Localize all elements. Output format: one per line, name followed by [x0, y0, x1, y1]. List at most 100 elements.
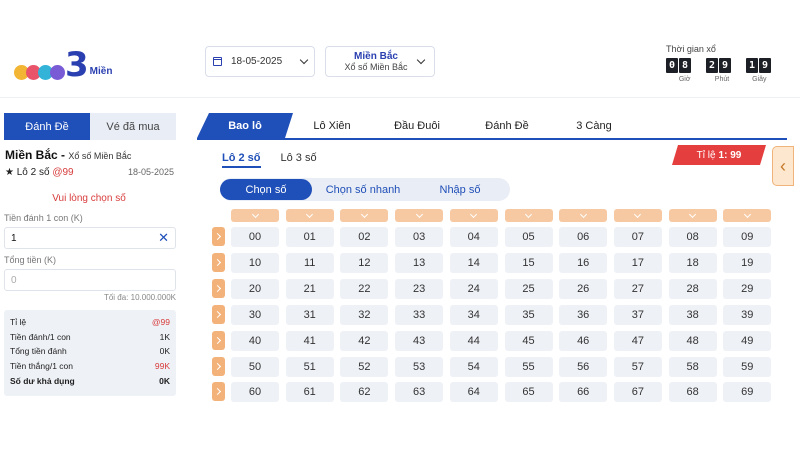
number-cell[interactable]: 56	[559, 356, 608, 377]
tab-place-bet[interactable]: Đánh Đề	[4, 113, 90, 140]
number-cell[interactable]: 16	[559, 252, 608, 273]
tab-lo-xien[interactable]: Lô Xiên	[297, 113, 367, 138]
collapse-panel-button[interactable]: ‹	[772, 146, 794, 186]
mode-pick-numbers[interactable]: Chọn số	[220, 179, 312, 200]
number-cell[interactable]: 08	[668, 227, 717, 247]
number-cell[interactable]: 38	[668, 304, 717, 325]
total-amount-input[interactable]: 0	[4, 269, 176, 291]
number-cell[interactable]: 00	[231, 227, 279, 247]
number-cell[interactable]: 07	[613, 227, 662, 247]
number-cell[interactable]: 15	[504, 252, 553, 273]
number-cell[interactable]: 23	[395, 278, 444, 299]
number-cell[interactable]: 11	[285, 252, 334, 273]
number-cell[interactable]: 18	[668, 252, 717, 273]
number-cell[interactable]: 20	[231, 278, 279, 299]
number-cell[interactable]: 43	[395, 330, 444, 351]
tab-lo-3-so[interactable]: Lô 3 số	[281, 152, 317, 168]
column-select-button[interactable]	[723, 209, 772, 222]
number-cell[interactable]: 58	[668, 356, 717, 377]
tab-3-cang[interactable]: 3 Càng	[559, 113, 629, 138]
number-cell[interactable]: 57	[613, 356, 662, 377]
number-cell[interactable]: 67	[613, 382, 662, 403]
number-cell[interactable]: 26	[559, 278, 608, 299]
number-cell[interactable]: 17	[613, 252, 662, 273]
number-cell[interactable]: 66	[559, 382, 608, 403]
unit-amount-input[interactable]: 1 ✕	[4, 227, 176, 249]
number-cell[interactable]: 47	[613, 330, 662, 351]
column-select-button[interactable]	[504, 209, 553, 222]
number-cell[interactable]: 60	[231, 382, 279, 403]
number-cell[interactable]: 68	[668, 382, 717, 403]
number-cell[interactable]: 13	[395, 252, 444, 273]
number-cell[interactable]: 01	[285, 227, 334, 247]
number-cell[interactable]: 29	[723, 278, 772, 299]
number-cell[interactable]: 22	[340, 278, 389, 299]
number-cell[interactable]: 44	[449, 330, 498, 351]
tab-dau-duoi[interactable]: Đầu Đuôi	[382, 113, 452, 138]
number-cell[interactable]: 36	[559, 304, 608, 325]
number-cell[interactable]: 69	[723, 382, 772, 403]
number-cell[interactable]: 09	[723, 227, 772, 247]
number-cell[interactable]: 12	[340, 252, 389, 273]
number-cell[interactable]: 05	[504, 227, 553, 247]
number-cell[interactable]: 32	[340, 304, 389, 325]
number-cell[interactable]: 21	[285, 278, 334, 299]
number-cell[interactable]: 35	[504, 304, 553, 325]
column-select-button[interactable]	[613, 209, 662, 222]
row-select-button[interactable]	[212, 330, 225, 350]
number-cell[interactable]: 49	[723, 330, 772, 351]
number-cell[interactable]: 10	[231, 252, 279, 273]
number-cell[interactable]: 45	[504, 330, 553, 351]
number-cell[interactable]: 25	[504, 278, 553, 299]
number-cell[interactable]: 02	[340, 227, 389, 247]
number-cell[interactable]: 53	[395, 356, 444, 377]
number-cell[interactable]: 14	[449, 252, 498, 273]
number-cell[interactable]: 27	[613, 278, 662, 299]
number-cell[interactable]: 24	[449, 278, 498, 299]
tab-lo-2-so[interactable]: Lô 2 số	[222, 152, 261, 168]
number-cell[interactable]: 04	[449, 227, 498, 247]
tab-danh-de[interactable]: Đánh Đề	[472, 113, 542, 138]
row-select-button[interactable]	[212, 356, 225, 376]
number-cell[interactable]: 28	[668, 278, 717, 299]
number-cell[interactable]: 63	[395, 382, 444, 403]
column-select-button[interactable]	[668, 209, 717, 222]
row-select-button[interactable]	[212, 382, 225, 402]
number-cell[interactable]: 62	[340, 382, 389, 403]
number-cell[interactable]: 39	[723, 304, 772, 325]
date-picker[interactable]: 18-05-2025	[205, 46, 315, 77]
column-select-button[interactable]	[285, 209, 334, 222]
number-cell[interactable]: 06	[559, 227, 608, 247]
number-cell[interactable]: 64	[449, 382, 498, 403]
number-cell[interactable]: 59	[723, 356, 772, 377]
column-select-button[interactable]	[231, 209, 279, 222]
row-select-button[interactable]	[212, 304, 225, 324]
column-select-button[interactable]	[340, 209, 389, 222]
number-cell[interactable]: 54	[449, 356, 498, 377]
number-cell[interactable]: 19	[723, 252, 772, 273]
number-cell[interactable]: 61	[285, 382, 334, 403]
row-select-button[interactable]	[212, 278, 225, 298]
mode-quick-pick[interactable]: Chọn số nhanh	[312, 179, 414, 200]
tab-bao-lo[interactable]: Bao lô	[197, 113, 293, 138]
number-cell[interactable]: 34	[449, 304, 498, 325]
number-cell[interactable]: 48	[668, 330, 717, 351]
number-cell[interactable]: 51	[285, 356, 334, 377]
number-cell[interactable]: 46	[559, 330, 608, 351]
mode-enter-numbers[interactable]: Nhập số	[414, 179, 506, 200]
number-cell[interactable]: 41	[285, 330, 334, 351]
number-cell[interactable]: 30	[231, 304, 279, 325]
number-cell[interactable]: 50	[231, 356, 279, 377]
column-select-button[interactable]	[559, 209, 608, 222]
tab-purchased-tickets[interactable]: Vé đã mua	[90, 113, 176, 140]
number-cell[interactable]: 55	[504, 356, 553, 377]
number-cell[interactable]: 65	[504, 382, 553, 403]
column-select-button[interactable]	[449, 209, 498, 222]
region-select[interactable]: Miền Bắc Xổ số Miền Bắc	[325, 46, 435, 77]
number-cell[interactable]: 33	[395, 304, 444, 325]
number-cell[interactable]: 52	[340, 356, 389, 377]
number-cell[interactable]: 37	[613, 304, 662, 325]
number-cell[interactable]: 42	[340, 330, 389, 351]
column-select-button[interactable]	[395, 209, 444, 222]
number-cell[interactable]: 40	[231, 330, 279, 351]
